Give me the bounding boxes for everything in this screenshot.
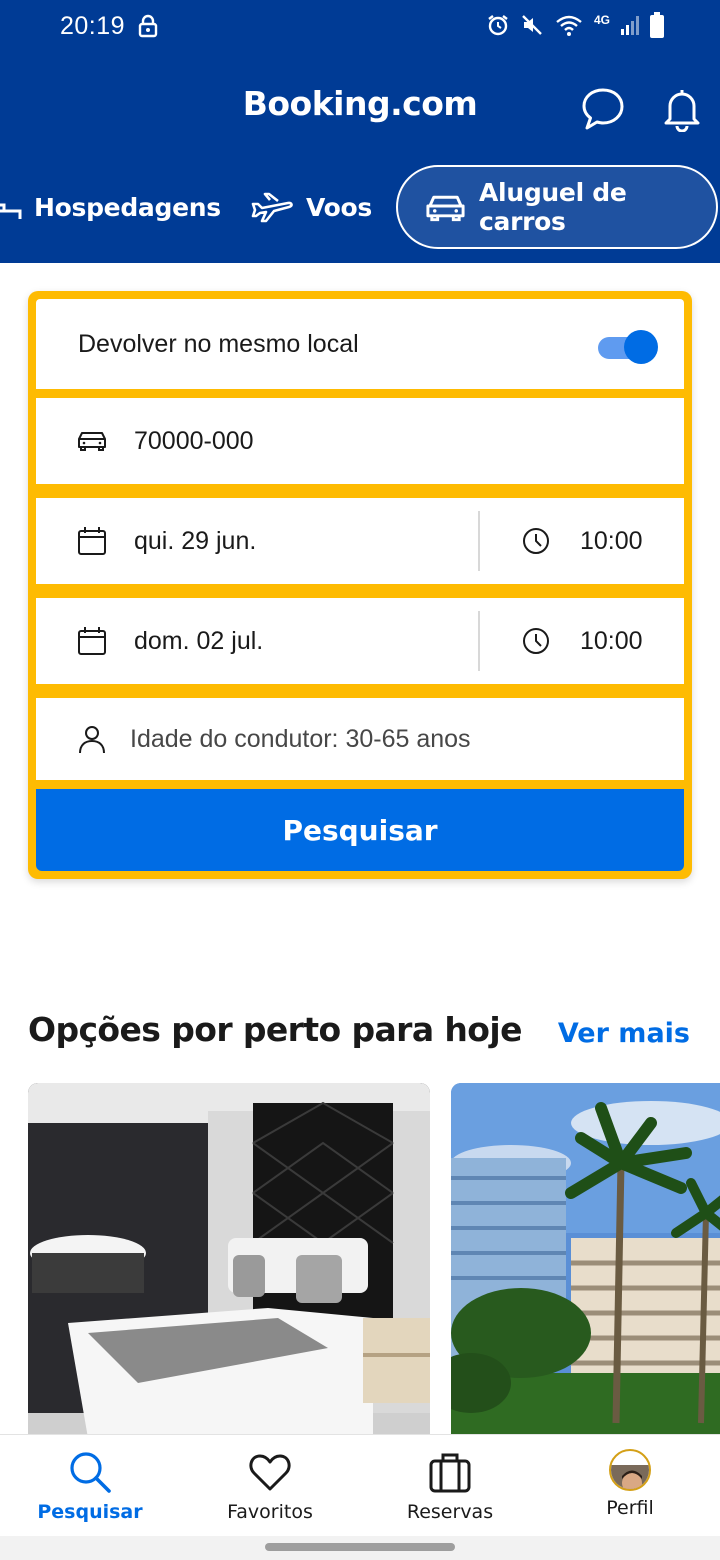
chat-bubble-icon[interactable] (580, 86, 626, 132)
pickup-date-value: qui. 29 jun. (134, 526, 257, 555)
driver-age-field[interactable]: Idade do condutor: 30-65 anos (36, 698, 684, 780)
wifi-icon (556, 15, 582, 36)
hotel-room-photo (28, 1083, 430, 1438)
status-icons: 4G (486, 12, 664, 38)
lock-icon (138, 14, 158, 38)
return-date-value: dom. 02 jul. (134, 626, 264, 655)
avatar (609, 1449, 651, 1491)
tab-flights[interactable]: Voos (250, 165, 372, 249)
calendar-icon (78, 527, 106, 555)
status-time: 20:19 (60, 12, 126, 40)
calendar-icon (78, 627, 106, 655)
tab-stays[interactable]: Hospedagens (0, 165, 221, 249)
car-icon (78, 432, 106, 451)
divider (478, 611, 480, 671)
pickup-datetime-row: qui. 29 jun. 10:00 (36, 498, 684, 584)
return-time-value: 10:00 (580, 626, 643, 655)
nav-search[interactable]: Pesquisar (0, 1435, 180, 1537)
pickup-time-value: 10:00 (580, 526, 643, 555)
nearby-section-title: Opções por perto para hoje (28, 1010, 522, 1049)
pickup-location-field[interactable]: 70000-000 (36, 398, 684, 484)
nav-bookings[interactable]: Reservas (360, 1435, 540, 1537)
return-date-field[interactable]: dom. 02 jul. (76, 598, 263, 684)
tab-flights-label: Voos (306, 192, 373, 222)
bed-icon (0, 203, 22, 219)
heart-icon (249, 1454, 291, 1491)
pickup-date-field[interactable]: qui. 29 jun. (76, 498, 256, 584)
divider (478, 511, 480, 571)
nav-profile-label: Perfil (606, 1497, 654, 1519)
nav-profile[interactable]: Perfil (540, 1435, 720, 1537)
car-search-form: Devolver no mesmo local 70000-000 qui. 2… (28, 291, 692, 879)
return-datetime-row: dom. 02 jul. 10:00 (36, 598, 684, 684)
nav-bookings-label: Reservas (406, 1501, 494, 1523)
clock-icon (523, 528, 549, 554)
search-button[interactable]: Pesquisar (36, 789, 684, 871)
property-card-photo[interactable] (451, 1083, 720, 1438)
system-gesture-bar (0, 1536, 720, 1560)
same-location-toggle[interactable] (598, 329, 658, 364)
app-header: 20:19 4G Booking.com Hospedagens Voos Al… (0, 0, 720, 263)
toggle-knob (624, 330, 658, 364)
tab-stays-label: Hospedagens (34, 192, 221, 222)
suitcase-icon (429, 1453, 471, 1493)
signal-icon (621, 16, 639, 35)
return-time-field[interactable]: 10:00 (520, 598, 643, 684)
property-card-photo[interactable] (28, 1083, 430, 1438)
same-location-label: Devolver no mesmo local (78, 329, 359, 358)
pickup-time-field[interactable]: 10:00 (520, 498, 643, 584)
person-icon (79, 726, 105, 754)
pickup-location-value: 70000-000 (134, 426, 254, 455)
product-tabs: Hospedagens Voos Aluguel de carros (0, 165, 720, 249)
network-type: 4G (593, 13, 610, 27)
tab-car-rental-label: Aluguel de carros (479, 178, 627, 236)
alarm-icon (488, 15, 508, 36)
search-icon (70, 1452, 111, 1493)
nav-favorites[interactable]: Favoritos (180, 1435, 360, 1537)
same-location-row[interactable]: Devolver no mesmo local (36, 299, 684, 389)
tab-car-rental[interactable]: Aluguel de carros (396, 165, 718, 249)
driver-age-value: Idade do condutor: 30-65 anos (130, 724, 471, 753)
plane-icon (251, 192, 293, 223)
hotel-exterior-photo (451, 1083, 720, 1438)
mute-icon (522, 15, 542, 35)
home-indicator[interactable] (265, 1543, 455, 1551)
bottom-navigation: Pesquisar Favoritos Reservas Perfil (0, 1434, 720, 1536)
nav-favorites-label: Favoritos (227, 1501, 313, 1523)
see-more-link[interactable]: Ver mais (558, 1018, 690, 1049)
bell-icon[interactable] (659, 86, 705, 132)
battery-icon (650, 12, 664, 38)
clock-icon (523, 628, 549, 654)
car-icon (426, 195, 465, 222)
nav-search-label: Pesquisar (37, 1501, 143, 1523)
